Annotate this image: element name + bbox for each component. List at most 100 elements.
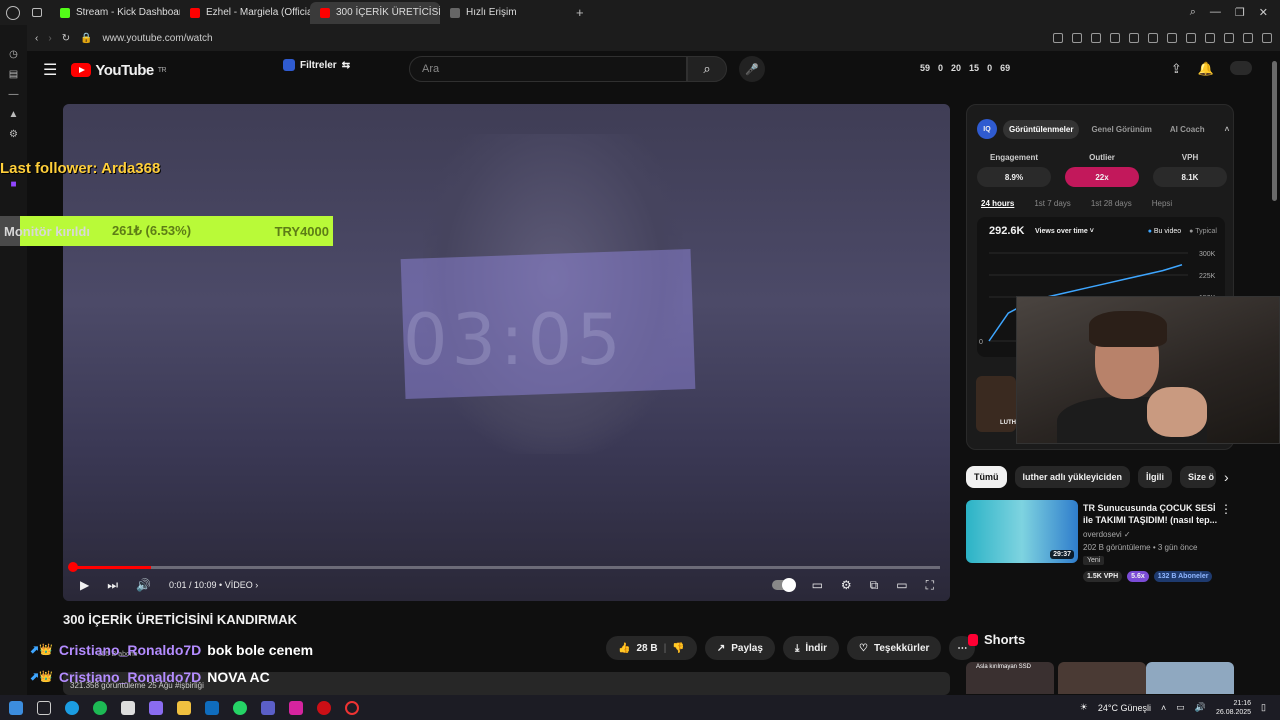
- thanks-button[interactable]: ♡ Teşekkürler: [847, 636, 942, 660]
- spotify-icon[interactable]: [93, 700, 107, 715]
- recommended-video[interactable]: 29:37 TR Sunucusunda ÇOCUK SESİ ile TAKI…: [966, 500, 1236, 590]
- sidebar-app-icon[interactable]: ▤: [9, 69, 18, 80]
- notification-icon[interactable]: ▯: [1261, 702, 1266, 713]
- notifications-bell-icon[interactable]: 🔔: [1198, 61, 1214, 77]
- thumbs-down-icon[interactable]: 👎: [672, 643, 684, 654]
- gx-browser-icon[interactable]: [345, 700, 359, 715]
- short-thumbnail[interactable]: [1146, 662, 1234, 694]
- download-icon[interactable]: [1243, 33, 1253, 43]
- copilot-icon[interactable]: [149, 700, 163, 715]
- chip-related[interactable]: İlgili: [1138, 466, 1173, 488]
- recommended-channel[interactable]: overdosevi ✓: [1083, 530, 1131, 539]
- extension-icon[interactable]: [1110, 33, 1120, 43]
- chart-mode-dropdown[interactable]: Views over time ˅: [1035, 228, 1094, 235]
- twitch-icon[interactable]: ■: [10, 179, 16, 190]
- browser-tab[interactable]: Hızlı Erişim: [440, 2, 570, 24]
- search-button[interactable]: ⌕: [687, 56, 727, 82]
- start-icon[interactable]: [9, 700, 23, 715]
- ai-icon[interactable]: ▲: [9, 109, 19, 120]
- url-field[interactable]: www.youtube.com/watch: [103, 33, 213, 44]
- speaker-icon[interactable]: 🔊: [1195, 702, 1206, 713]
- recommended-thumbnail[interactable]: 29:37: [966, 500, 1078, 563]
- extension-icon[interactable]: [1186, 33, 1196, 43]
- more-icon[interactable]: [1262, 33, 1272, 43]
- search-input[interactable]: Ara: [409, 56, 687, 82]
- upload-icon[interactable]: ⇪: [1171, 61, 1182, 77]
- play-icon[interactable]: ▶: [80, 578, 89, 592]
- like-button[interactable]: 👍 28 B | 👎: [606, 636, 697, 660]
- collapse-icon[interactable]: ˄: [1225, 125, 1230, 134]
- search-icon[interactable]: ⌕: [1190, 6, 1196, 19]
- captions-icon[interactable]: ▭: [812, 578, 823, 592]
- extension-icon[interactable]: [1205, 33, 1215, 43]
- range-tab-24h[interactable]: 24 hours: [981, 199, 1014, 208]
- minimize-icon[interactable]: —: [1210, 6, 1221, 19]
- hamburger-menu-icon[interactable]: ☰: [43, 60, 57, 80]
- extension-icon[interactable]: [1072, 33, 1082, 43]
- network-icon[interactable]: ▭: [1176, 702, 1185, 713]
- range-tab-28d[interactable]: 1st 28 days: [1091, 199, 1132, 208]
- volume-icon[interactable]: 🔊: [136, 578, 151, 592]
- extension-icon[interactable]: [1148, 33, 1158, 43]
- chips-next-icon[interactable]: ›: [1224, 469, 1229, 485]
- video-player[interactable]: 03:05 ▶ ⏭ 🔊 0:01 / 10:09 • VİDEO › ▭ ⚙ ⧉…: [63, 104, 950, 601]
- download-button[interactable]: ⤓ İndir: [782, 636, 840, 660]
- voice-search-button[interactable]: 🎤: [739, 56, 765, 82]
- opera-icon[interactable]: [317, 700, 331, 715]
- theater-mode-icon[interactable]: ▭: [896, 578, 907, 592]
- miniplayer-icon[interactable]: ⧉: [870, 578, 879, 593]
- progress-scrubber[interactable]: [68, 562, 78, 572]
- teams-icon[interactable]: [261, 700, 275, 715]
- range-tab-all[interactable]: Hepsi: [1152, 199, 1172, 208]
- extension-icon[interactable]: [1129, 33, 1139, 43]
- range-tab-7d[interactable]: 1st 7 days: [1034, 199, 1070, 208]
- next-icon[interactable]: ⏭: [107, 578, 118, 593]
- back-icon[interactable]: ‹: [35, 33, 38, 44]
- autoplay-toggle[interactable]: [771, 578, 796, 592]
- close-icon[interactable]: ✕: [1259, 6, 1268, 19]
- filter-button[interactable]: Filtreler ⇆: [283, 59, 350, 71]
- tab-overview[interactable]: Genel Görünüm: [1085, 120, 1157, 139]
- browser-tab[interactable]: Stream - Kick Dashboard: [50, 2, 180, 24]
- scrollbar-thumb[interactable]: [1272, 61, 1277, 201]
- youtube-logo[interactable]: YouTube TR: [71, 62, 167, 79]
- browser-menu-icon[interactable]: [6, 5, 20, 20]
- page-scrollbar[interactable]: [1270, 51, 1280, 695]
- extension-icon[interactable]: [1224, 33, 1234, 43]
- weather-text[interactable]: 24°C Güneşli: [1098, 703, 1151, 713]
- settings-gear-icon[interactable]: ⚙: [841, 578, 852, 592]
- edge-icon[interactable]: [65, 700, 79, 715]
- clock[interactable]: 21:16 26.08.2025: [1216, 699, 1251, 717]
- chip-for-you[interactable]: Size ö: [1180, 466, 1217, 488]
- tab-list-icon[interactable]: [32, 8, 42, 17]
- extension-icon[interactable]: [1091, 33, 1101, 43]
- tray-expand-icon[interactable]: ˄: [1161, 703, 1166, 713]
- share-button[interactable]: ↗ Paylaş: [704, 636, 775, 660]
- chip-uploader[interactable]: luther adlı yükleyiciden: [1014, 466, 1131, 488]
- maximize-icon[interactable]: ❐: [1235, 6, 1245, 19]
- history-icon[interactable]: ◷: [9, 49, 18, 60]
- forward-icon[interactable]: ›: [48, 33, 51, 44]
- task-view-icon[interactable]: [37, 700, 51, 715]
- short-thumbnail[interactable]: [1058, 662, 1146, 694]
- tab-ai-coach[interactable]: AI Coach: [1164, 120, 1211, 139]
- whatsapp-icon[interactable]: [233, 700, 247, 715]
- reload-icon[interactable]: ↻: [62, 33, 70, 44]
- fullscreen-icon[interactable]: ⛶: [926, 578, 934, 593]
- more-vertical-icon[interactable]: ⋮: [1220, 502, 1232, 516]
- tab-views[interactable]: Görüntülenmeler: [1003, 119, 1080, 139]
- chip-all[interactable]: Tümü: [966, 466, 1007, 488]
- chapter-label[interactable]: VİDEO: [225, 580, 253, 590]
- outlook-icon[interactable]: [205, 700, 219, 715]
- file-explorer-icon[interactable]: [177, 700, 191, 715]
- recommended-title[interactable]: TR Sunucusunda ÇOCUK SESİ ile TAKIMI TAŞ…: [1083, 502, 1223, 526]
- avatar[interactable]: [1230, 61, 1252, 75]
- settings-icon[interactable]: ⚙: [9, 129, 18, 140]
- calculator-icon[interactable]: [121, 700, 135, 715]
- browser-tab-active[interactable]: 300 İÇERİK ÜRETİCİSİNİ: [310, 1, 440, 24]
- progress-bar[interactable]: [68, 562, 940, 572]
- extension-icon[interactable]: [1167, 33, 1177, 43]
- browser-tab[interactable]: Ezhel - Margiela (Official: [180, 2, 310, 24]
- instagram-icon[interactable]: [289, 700, 303, 715]
- new-tab-button[interactable]: +: [576, 5, 584, 20]
